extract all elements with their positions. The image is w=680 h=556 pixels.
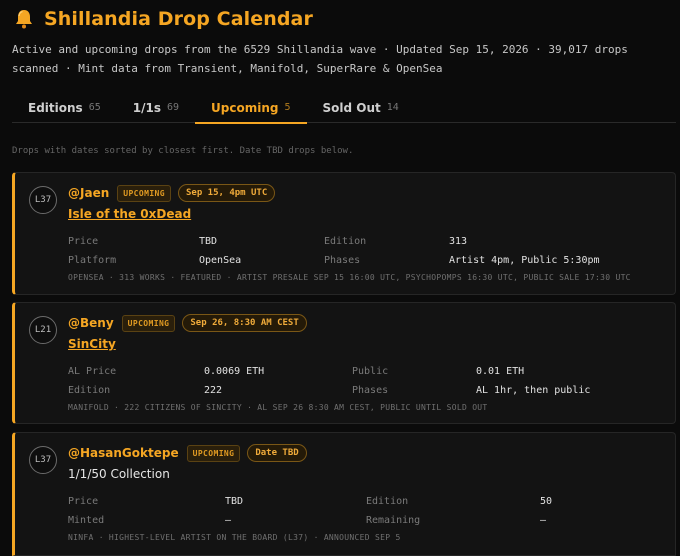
- detail-value: TBD: [225, 496, 244, 507]
- tab-label: Editions: [28, 100, 83, 115]
- status-badge: UPCOMING: [121, 314, 176, 332]
- sort-note: Drops with dates sorted by closest first…: [12, 146, 354, 156]
- detail-label: Edition: [324, 236, 367, 247]
- tab-editions[interactable]: Editions 65: [12, 92, 117, 123]
- drop-details: Price TBD Edition 313 Platform OpenSea P…: [68, 232, 600, 270]
- drop-card: L21 @Beny UPCOMING Sep 26, 8:30 AM CEST …: [12, 302, 676, 424]
- tab-sold-out[interactable]: Sold Out 14: [307, 92, 415, 123]
- drop-card: L37 @HasanGoktepe UPCOMING Date TBD 1/1/…: [12, 432, 676, 556]
- drop-footer: MANIFOLD · 222 CITIZENS OF SINCITY · AL …: [68, 403, 488, 412]
- detail-row: Edition 222 Phases AL 1hr, then public: [68, 381, 590, 400]
- detail-label: Price: [68, 496, 99, 507]
- artist-level-avatar: L21: [29, 316, 57, 344]
- tab-upcoming[interactable]: Upcoming 5: [195, 92, 307, 124]
- drop-header: @Jaen UPCOMING Sep 15, 4pm UTC: [68, 183, 276, 203]
- drop-details: Price TBD Edition 50 Minted — Remaining …: [68, 492, 552, 530]
- tab-label: Sold Out: [322, 100, 381, 115]
- detail-value: OpenSea: [199, 255, 242, 266]
- detail-row: AL Price 0.0069 ETH Public 0.01 ETH: [68, 362, 590, 381]
- detail-row: Minted — Remaining —: [68, 511, 552, 530]
- detail-value: AL 1hr, then public: [476, 385, 591, 396]
- tab-bar: Editions 65 1/1s 69 Upcoming 5 Sold Out …: [12, 92, 676, 124]
- detail-label: Phases: [352, 385, 389, 396]
- tab-count: 65: [88, 102, 101, 113]
- detail-label: Phases: [324, 255, 361, 266]
- project-link[interactable]: SinCity: [68, 337, 116, 351]
- artist-level-avatar: L37: [29, 446, 57, 474]
- project-link[interactable]: Isle of the 0xDead: [68, 207, 191, 221]
- artist-handle: @Beny: [68, 316, 114, 330]
- detail-value: 313: [449, 236, 468, 247]
- drop-details: AL Price 0.0069 ETH Public 0.01 ETH Edit…: [68, 362, 590, 400]
- detail-value: TBD: [199, 236, 218, 247]
- detail-value: 50: [540, 496, 553, 507]
- artist-handle: @Jaen: [68, 186, 110, 200]
- detail-value: 222: [204, 385, 223, 396]
- drop-date-pill: Sep 26, 8:30 AM CEST: [182, 314, 307, 332]
- detail-label: Minted: [68, 515, 105, 526]
- drop-footer: OPENSEA · 313 WORKS · FEATURED · ARTIST …: [68, 273, 631, 282]
- detail-value: Artist 4pm, Public 5:30pm: [449, 255, 600, 266]
- detail-label: Price: [68, 236, 99, 247]
- page-title: Shillandia Drop Calendar: [44, 8, 313, 30]
- drop-card: L37 @Jaen UPCOMING Sep 15, 4pm UTC Isle …: [12, 172, 676, 295]
- tab-count: 69: [166, 102, 180, 113]
- detail-row: Price TBD Edition 313: [68, 232, 600, 251]
- drop-date-pill: Date TBD: [247, 444, 307, 462]
- detail-label: Public: [352, 366, 389, 377]
- drop-footer: NINFA · HIGHEST-LEVEL ARTIST ON THE BOAR…: [68, 533, 401, 542]
- status-badge: UPCOMING: [117, 184, 171, 202]
- page-subtitle: Active and upcoming drops from the 6529 …: [12, 43, 628, 75]
- detail-label: Edition: [366, 496, 409, 507]
- detail-value: —: [225, 515, 232, 526]
- tab-label: Upcoming: [211, 100, 279, 115]
- tab-count: 14: [386, 102, 399, 113]
- tab-label: 1/1s: [132, 100, 161, 115]
- detail-label: Edition: [68, 385, 111, 396]
- page-header: Shillandia Drop Calendar Active and upco…: [12, 6, 672, 78]
- drop-date-pill: Sep 15, 4pm UTC: [177, 184, 276, 202]
- detail-value: 0.01 ETH: [476, 366, 525, 377]
- detail-value: 0.0069 ETH: [204, 366, 265, 377]
- artist-level-avatar: L37: [29, 186, 57, 214]
- bell-icon: [16, 10, 32, 29]
- artist-handle: @HasanGoktepe: [68, 446, 179, 460]
- detail-row: Platform OpenSea Phases Artist 4pm, Publ…: [68, 251, 600, 270]
- tab-count: 5: [284, 102, 291, 113]
- detail-label: Platform: [68, 255, 117, 266]
- project-title: 1/1/50 Collection: [68, 467, 170, 481]
- title-row: Shillandia Drop Calendar: [12, 6, 672, 32]
- detail-value: —: [540, 515, 547, 526]
- detail-label: AL Price: [68, 366, 117, 377]
- status-badge: UPCOMING: [186, 444, 241, 462]
- drop-header: @HasanGoktepe UPCOMING Date TBD: [68, 443, 307, 463]
- detail-label: Remaining: [366, 515, 421, 526]
- drop-header: @Beny UPCOMING Sep 26, 8:30 AM CEST: [68, 313, 307, 333]
- detail-row: Price TBD Edition 50: [68, 492, 552, 511]
- tab-one-of-ones[interactable]: 1/1s 69: [117, 92, 195, 123]
